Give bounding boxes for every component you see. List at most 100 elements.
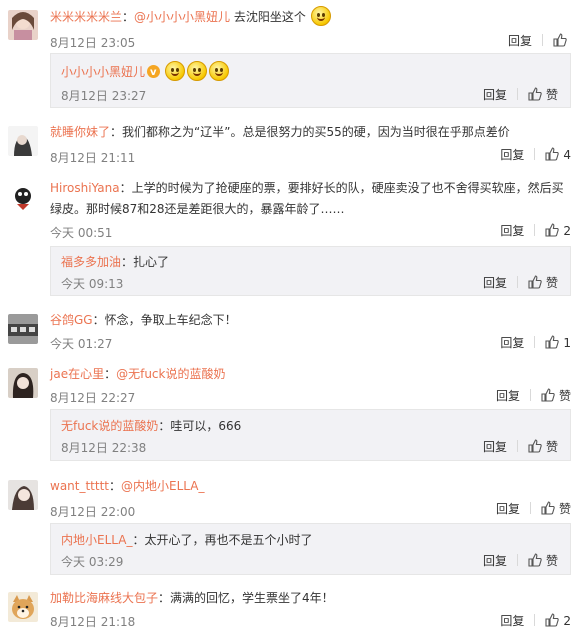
- like-button[interactable]: 1: [545, 335, 571, 350]
- reply-actions: 回复 赞: [483, 552, 558, 570]
- verified-badge-icon: [147, 62, 161, 83]
- avatar[interactable]: [8, 368, 38, 398]
- like-count: 2: [563, 224, 571, 238]
- comment-item: 就睡你妹了：我们都称之为“辽半”。总是很努力的买55的硬，因为当时很在乎那点差价…: [0, 118, 579, 170]
- reply-button[interactable]: 回复: [483, 276, 507, 290]
- comment-actions: 回复 4: [500, 146, 571, 164]
- divider: [529, 502, 531, 514]
- like-button[interactable]: 赞: [541, 388, 571, 403]
- like-button[interactable]: [553, 33, 571, 48]
- comment-item: 谷鸽GG：怀念，争取上车纪念下！ 今天 01:27 回复 1: [0, 306, 579, 356]
- divider: [516, 88, 518, 100]
- colon: ：: [119, 181, 132, 195]
- comment-username[interactable]: HiroshiYana: [50, 181, 120, 195]
- thumbs-up-icon: [545, 335, 560, 349]
- reply-button[interactable]: 回复: [483, 440, 507, 454]
- reply-button[interactable]: 回复: [508, 34, 532, 48]
- reply-username[interactable]: 小小小小黑妞儿: [61, 65, 145, 79]
- reply-actions: 回复 赞: [483, 274, 558, 292]
- comment-time: 今天 00:51: [50, 226, 113, 240]
- grin-emoji-icon: [310, 6, 331, 26]
- comment-username[interactable]: 就睡你妹了: [50, 125, 110, 139]
- reply-button[interactable]: 回复: [500, 614, 524, 628]
- avatar[interactable]: [8, 126, 38, 156]
- like-button[interactable]: 2: [545, 613, 571, 628]
- colon: ：: [121, 255, 134, 269]
- cry-emoji-icon: [186, 61, 207, 81]
- colon: ：: [158, 591, 171, 605]
- colon: ：: [110, 125, 123, 139]
- like-button[interactable]: 2: [545, 223, 571, 238]
- divider: [516, 440, 518, 452]
- comment-item: want_ttttt：@内地小ELLA_ 8月12日 22:00 回复赞 内地小…: [0, 472, 579, 584]
- reply-box: 小小小小黑妞儿 8月12日 23:27 回复赞: [50, 53, 571, 108]
- thumbs-up-icon: [528, 439, 542, 453]
- comment-actions: 回复 赞: [496, 500, 571, 518]
- colon: ：: [158, 419, 171, 433]
- comment-username[interactable]: jae在心里: [50, 367, 104, 381]
- cry-emoji-icon: [164, 61, 185, 81]
- reply-box: 福多多加油：扎心了 今天 09:13 回复赞: [50, 246, 571, 296]
- divider: [516, 276, 518, 288]
- reply-button[interactable]: 回复: [483, 554, 507, 568]
- avatar[interactable]: [8, 592, 38, 622]
- thumbs-up-icon: [528, 275, 542, 289]
- avatar[interactable]: [8, 314, 38, 344]
- mention-link[interactable]: @小小小小黑妞儿: [134, 10, 230, 24]
- reply-button[interactable]: 回复: [496, 502, 520, 516]
- reply-username[interactable]: 内地小ELLA_: [61, 533, 132, 547]
- comment-time: 8月12日 22:27: [50, 391, 136, 405]
- like-button[interactable]: 4: [545, 147, 571, 162]
- reply-button[interactable]: 回复: [483, 88, 507, 102]
- reply-text: 太开心了，再也不是五个小时了: [144, 533, 313, 547]
- comment-item: 加勒比海麻线大包子：满满的回忆，学生票坐了4年！ 8月12日 21:18 回复 2: [0, 584, 579, 636]
- comment-actions: 回复 1: [500, 334, 571, 352]
- comment-time: 8月12日 21:11: [50, 151, 136, 165]
- divider: [542, 34, 543, 46]
- comment-username[interactable]: want_ttttt: [50, 479, 109, 493]
- reply-username[interactable]: 无fuck说的蓝酸奶: [61, 419, 158, 433]
- like-button[interactable]: 赞: [541, 501, 571, 516]
- like-button[interactable]: 赞: [528, 275, 558, 290]
- comment-actions: 回复: [508, 32, 571, 50]
- thumbs-up-icon: [545, 223, 560, 237]
- thumbs-up-icon: [545, 147, 560, 161]
- like-label: 赞: [545, 440, 558, 454]
- reply-button[interactable]: 回复: [500, 224, 524, 238]
- comment-username[interactable]: 谷鸽GG: [50, 313, 93, 327]
- reply-actions: 回复 赞: [483, 438, 558, 456]
- reply-button[interactable]: 回复: [500, 336, 524, 350]
- colon: ：: [92, 313, 105, 327]
- comment-text: 怀念，争取上车纪念下！: [104, 313, 237, 327]
- thumbs-up-icon: [541, 501, 555, 515]
- comment-text-continued: 绿皮。那时候87和28还是差距很大的，暴露年龄了……: [50, 202, 345, 216]
- comment-actions: 回复 2: [500, 612, 571, 630]
- comment-item: HiroshiYana：上学的时候为了抢硬座的票，要排好长的队，硬座卖没了也不舍…: [0, 174, 579, 300]
- reply-actions: 回复 赞: [483, 86, 558, 104]
- comment-actions: 回复 2: [500, 222, 571, 240]
- reply-text: 哇可以，666: [170, 419, 242, 433]
- comment-text: 我们都称之为“辽半”。总是很努力的买55的硬，因为当时很在乎那点差价: [122, 125, 510, 139]
- comment-time: 8月12日 23:05: [50, 36, 136, 50]
- mention-link[interactable]: @内地小ELLA_: [121, 479, 204, 493]
- reply-button[interactable]: 回复: [496, 389, 520, 403]
- reply-button[interactable]: 回复: [500, 148, 524, 162]
- mention-link[interactable]: @无fuck说的蓝酸奶: [116, 367, 225, 381]
- reply-box: 无fuck说的蓝酸奶：哇可以，666 8月12日 22:38 回复赞: [50, 409, 571, 461]
- thumbs-up-icon: [528, 87, 542, 101]
- divider: [516, 554, 518, 566]
- comment-item: jae在心里：@无fuck说的蓝酸奶 8月12日 22:27 回复赞 无fuck…: [0, 360, 579, 468]
- divider: [534, 336, 536, 348]
- like-button[interactable]: 赞: [528, 553, 558, 568]
- like-label: 赞: [545, 554, 558, 568]
- like-button[interactable]: 赞: [528, 87, 558, 102]
- comment-username[interactable]: 加勒比海麻线大包子: [50, 591, 158, 605]
- comment-username[interactable]: 米米米米米兰: [50, 10, 122, 24]
- comment-item: 米米米米米兰：@小小小小黑妞儿 去沈阳坐这个 8月12日 23:05 回复 小小…: [0, 0, 579, 110]
- like-button[interactable]: 赞: [528, 439, 558, 454]
- avatar[interactable]: [8, 480, 38, 510]
- reply-username[interactable]: 福多多加油: [61, 255, 121, 269]
- divider: [534, 614, 536, 626]
- avatar[interactable]: [8, 182, 38, 212]
- avatar[interactable]: [8, 10, 38, 40]
